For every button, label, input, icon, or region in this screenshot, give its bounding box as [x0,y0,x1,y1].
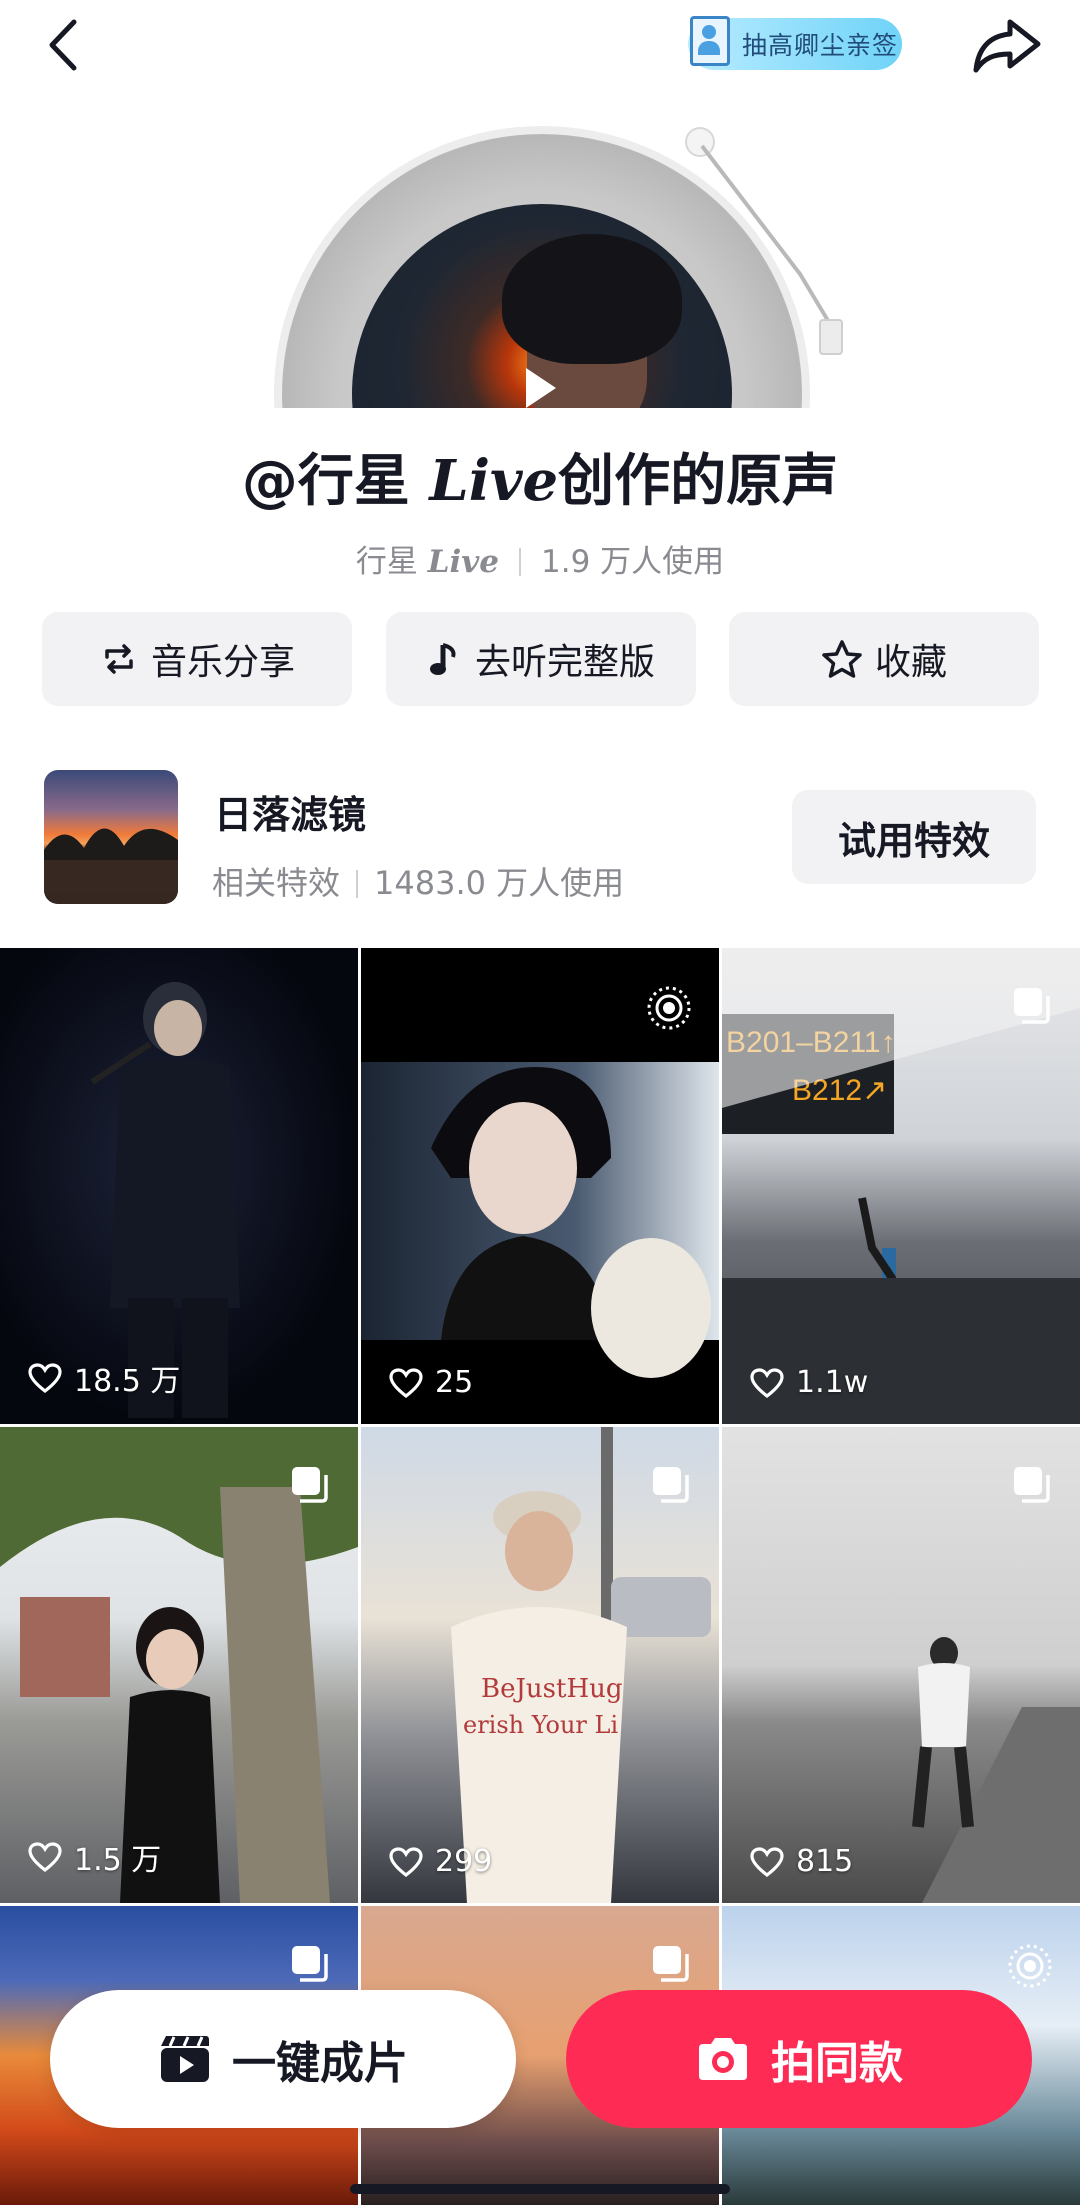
shoot-same-label: 拍同款 [771,2038,903,2089]
like-count: 815 [750,1844,853,1879]
favorite-button[interactable]: 收藏 [729,612,1039,706]
like-count: 1.1w [750,1365,868,1400]
multi-image-icon [292,1467,328,1503]
clapperboard-icon [161,2036,209,2082]
video-card[interactable]: BeJustHug erish Your Li 299 [361,1427,719,1903]
heart-icon [28,1363,62,1393]
heart-icon [750,1367,784,1398]
heart-icon [28,1842,62,1872]
effect-meta: 相关特效 1483.0 万人使用 [212,858,624,904]
multi-image-icon [1014,988,1050,1024]
one-click-create-label: 一键成片 [232,2038,408,2089]
title-live: Live [429,448,559,514]
heart-icon [389,1367,423,1398]
heart-icon [389,1846,423,1877]
favorite-label: 收藏 [874,642,947,683]
camera-icon [699,2038,747,2080]
like-count: 18.5 万 [28,1356,180,1400]
back-chevron-icon[interactable] [36,14,96,76]
music-note-icon [429,643,456,675]
album-cover [352,204,732,408]
author-name[interactable]: 行星 Live [356,544,499,580]
effect-thumbnail[interactable] [44,770,178,904]
live-photo-icon [647,986,691,1030]
shoot-same-button[interactable]: 拍同款 [566,1990,1032,2128]
heart-icon [750,1846,784,1877]
sound-subtitle: 行星 Live 1.9 万人使用 [0,536,1080,581]
svg-text:BeJustHug: BeJustHug [481,1674,623,1704]
effect-category: 相关特效 [212,864,341,902]
effect-name[interactable]: 日落滤镜 [214,784,366,839]
sound-title: @行星 Live创作的原声 [0,436,1080,517]
signature-raffle-tag[interactable]: 抽高卿尘亲签 [688,16,902,70]
like-count: 25 [389,1365,473,1400]
repost-icon [105,644,133,674]
tonearm-icon [685,127,843,355]
video-card[interactable]: 1.5 万 [0,1427,358,1903]
music-share-button[interactable]: 音乐分享 [42,612,352,706]
effect-usage: 1483.0 万人使用 [374,864,625,902]
share-arrow-icon[interactable] [970,14,1046,76]
title-prefix: @行星 [241,449,430,514]
multi-image-icon [653,1467,689,1503]
divider [519,548,521,576]
one-click-create-button[interactable]: 一键成片 [50,1990,516,2128]
svg-text:erish Your Li: erish Your Li [463,1711,618,1739]
multi-image-icon [653,1946,689,1982]
music-share-label: 音乐分享 [150,642,295,683]
avatar-card-icon [690,16,730,66]
title-suffix: 创作的原声 [558,449,839,514]
like-count: 299 [389,1844,492,1879]
play-icon[interactable] [526,368,556,408]
tag-label: 抽高卿尘亲签 [742,31,899,60]
listen-full-label: 去听完整版 [474,642,655,683]
try-effect-button[interactable]: 试用特效 [792,790,1036,884]
usage-count: 1.9 万人使用 [541,544,725,580]
listen-full-button[interactable]: 去听完整版 [386,612,696,706]
multi-image-icon [1014,1467,1050,1503]
like-count: 1.5 万 [28,1835,161,1879]
multi-image-icon [292,1946,328,1982]
album-disc[interactable] [0,120,1080,408]
live-photo-icon [1008,1944,1052,1988]
video-card[interactable]: 18.5 万 [0,948,358,1424]
star-icon [822,640,862,678]
home-indicator[interactable] [350,2184,730,2194]
video-card[interactable]: 25 [361,948,719,1424]
video-card[interactable]: B201–B211↑ B212↗ 1.1w [722,948,1080,1424]
video-card[interactable]: 815 [722,1427,1080,1903]
